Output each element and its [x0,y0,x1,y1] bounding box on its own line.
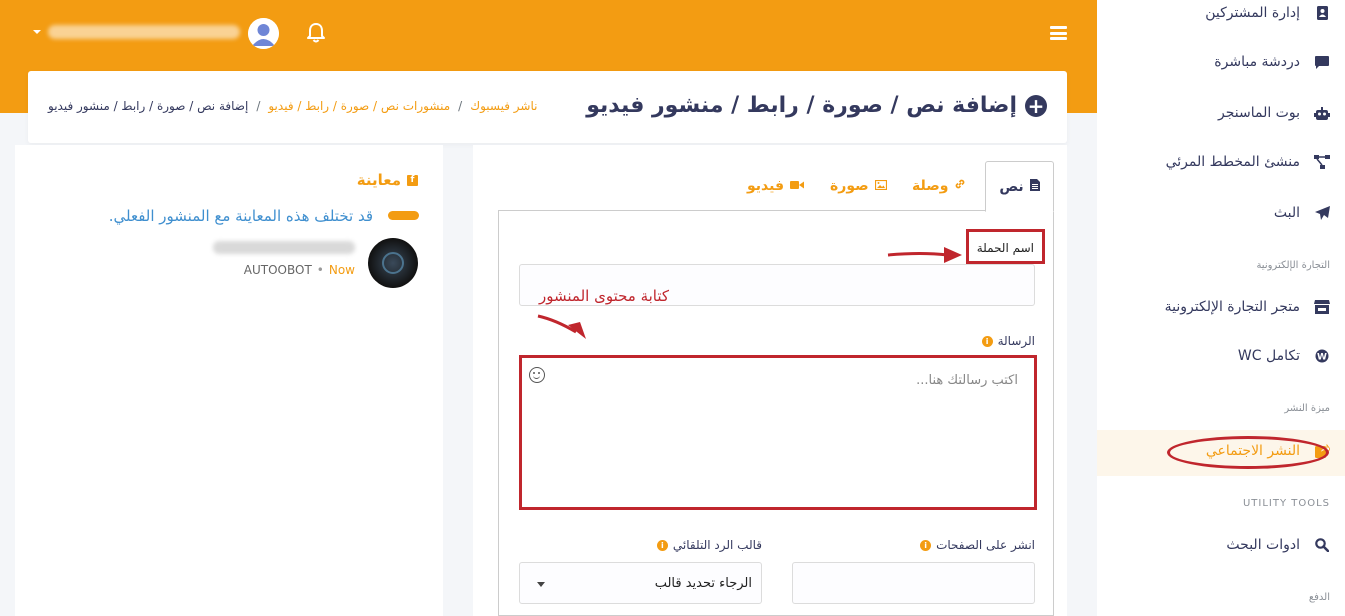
image-icon [874,178,887,194]
message-label: الرسالة [997,334,1035,348]
user-dropdown-caret-icon[interactable] [33,30,41,34]
sidebar-item-live-chat[interactable]: دردشة مباشرة [1214,54,1330,70]
user-avatar[interactable] [248,18,279,49]
emoji-smile-icon[interactable] [529,367,545,383]
facebook-square-icon: f [407,174,418,186]
preview-warning: قد تختلف هذه المعاينة مع المنشور الفعلي. [108,207,373,225]
plus-circle-icon: + [1025,94,1047,117]
warning-bar [388,211,419,220]
meta-dot: • [316,263,324,277]
svg-text:W: W [1317,353,1327,363]
annotation-content-note: كتابة محتوى المنشور [539,287,670,305]
sidebar-item-label: إدارة المشتركين [1205,5,1300,21]
robot-icon [1314,105,1330,121]
annotation-arrow-icon [537,314,586,339]
sidebar-item-label: متجر التجارة الإلكترونية [1164,299,1300,315]
sidebar-item-ecommerce-store[interactable]: متجر التجارة الإلكترونية [1165,299,1330,315]
sidebar-section-utility: UTILITY TOOLS [1242,498,1330,509]
address-book-icon [1314,5,1330,21]
breadcrumb-item[interactable]: ناشر فيسبوك [470,99,537,113]
auto-reply-label-row: قالب الرد التلقائي i [656,538,762,552]
flow-diagram-icon [1314,154,1330,170]
sidebar-item-search-tools[interactable]: ادوات البحث [1226,537,1330,553]
post-source: AUTOOBOT [243,263,312,277]
sidebar-item-wc-integration[interactable]: W تكامل WC [1238,348,1330,364]
tab-video[interactable]: فيديو [747,161,805,211]
tab-text[interactable]: نص [985,161,1054,212]
sidebar-item-label: تكامل WC [1237,348,1300,364]
breadcrumb: ناشر فيسبوك / منشورات نص / صورة / رابط /… [48,99,537,113]
preview-card: f معاينة قد تختلف هذه المعاينة مع المنشو… [15,145,443,616]
search-icon [1314,537,1330,553]
pages-label-row: انشر على الصفحات i [920,538,1035,552]
section-header: + إضافة نص / صورة / رابط / منشور فيديو ن… [28,71,1067,143]
sidebar-item-visual-flow-builder[interactable]: منشئ المخطط المرئي [1166,154,1330,170]
post-time: Now [328,263,355,277]
paper-plane-icon [1314,205,1330,221]
store-icon [1314,299,1330,315]
chat-bubble-icon [1314,54,1330,70]
message-label-row: الرسالة i [981,334,1035,348]
page-name-blurred [213,241,355,254]
sidebar-item-label: دردشة مباشرة [1214,54,1300,70]
campaign-name-label-highlight: اسم الحملة [966,229,1045,264]
annotation-highlight-ellipse [1167,436,1329,469]
sidebar-section-payment: الدفع [1308,592,1330,603]
message-textarea[interactable]: اكتب رسالتك هنا... [519,355,1037,510]
tab-video-label: فيديو [747,178,785,194]
page-title-text: إضافة نص / صورة / رابط / منشور فيديو [586,93,1017,118]
pages-label: انشر على الصفحات [936,538,1035,552]
sidebar-item-broadcast[interactable]: البث [1274,205,1330,221]
sidebar-item-label: ادوات البحث [1226,537,1300,553]
notification-bell-icon[interactable] [306,22,326,48]
preview-title: f معاينة [357,171,418,189]
message-placeholder: اكتب رسالتك هنا... [916,373,1018,388]
chevron-down-icon [537,582,545,587]
sidebar-item-label: بوت الماسنجر [1218,105,1300,121]
link-icon [954,178,966,194]
sidebar-item-label: منشئ المخطط المرئي [1165,154,1300,170]
info-icon[interactable]: i [920,539,932,551]
auto-reply-label: قالب الرد التلقائي [672,538,762,552]
breadcrumb-separator: / [256,99,261,113]
sidebar-section-ecommerce: التجارة الإلكترونية [1256,260,1330,271]
campaign-name-label: اسم الحملة [976,241,1034,255]
sidebar-item-subscribers[interactable]: إدارة المشتركين [1205,5,1330,21]
sidebar-section-publishing: ميزة النشر [1284,403,1330,414]
breadcrumb-separator: / [458,99,463,113]
file-text-icon [1029,178,1040,195]
page-title: + إضافة نص / صورة / رابط / منشور فيديو [586,93,1047,118]
wordpress-icon: W [1314,348,1330,364]
annotation-arrow-icon [887,247,962,263]
tab-link-label: وصلة [912,178,949,194]
auto-reply-template-select[interactable]: الرجاء تحديد قالب [519,562,762,604]
tab-image-label: صورة [830,178,869,194]
preview-title-text: معاينة [356,171,401,189]
sidebar-item-messenger-bot[interactable]: بوت الماسنجر [1218,105,1330,121]
post-meta: AUTOOBOT • Now [244,263,355,277]
sidebar-item-label: البث [1273,205,1300,221]
page-avatar [368,238,418,288]
tab-link[interactable]: وصلة [912,161,966,211]
info-icon[interactable]: i [656,539,668,551]
breadcrumb-item[interactable]: منشورات نص / صورة / رابط / فيديو [268,99,450,113]
video-icon [790,178,805,194]
auto-reply-selected: الرجاء تحديد قالب [654,576,752,591]
info-icon[interactable]: i [981,335,993,347]
pages-select[interactable] [792,562,1035,604]
menu-toggle-icon[interactable] [1050,26,1067,40]
breadcrumb-item-active: إضافة نص / صورة / رابط / منشور فيديو [48,99,249,113]
tab-text-label: نص [999,178,1024,195]
tab-image[interactable]: صورة [830,161,887,211]
post-type-tabs: نص وصلة صورة فيديو [498,161,1054,212]
user-name-blurred[interactable] [48,25,240,39]
